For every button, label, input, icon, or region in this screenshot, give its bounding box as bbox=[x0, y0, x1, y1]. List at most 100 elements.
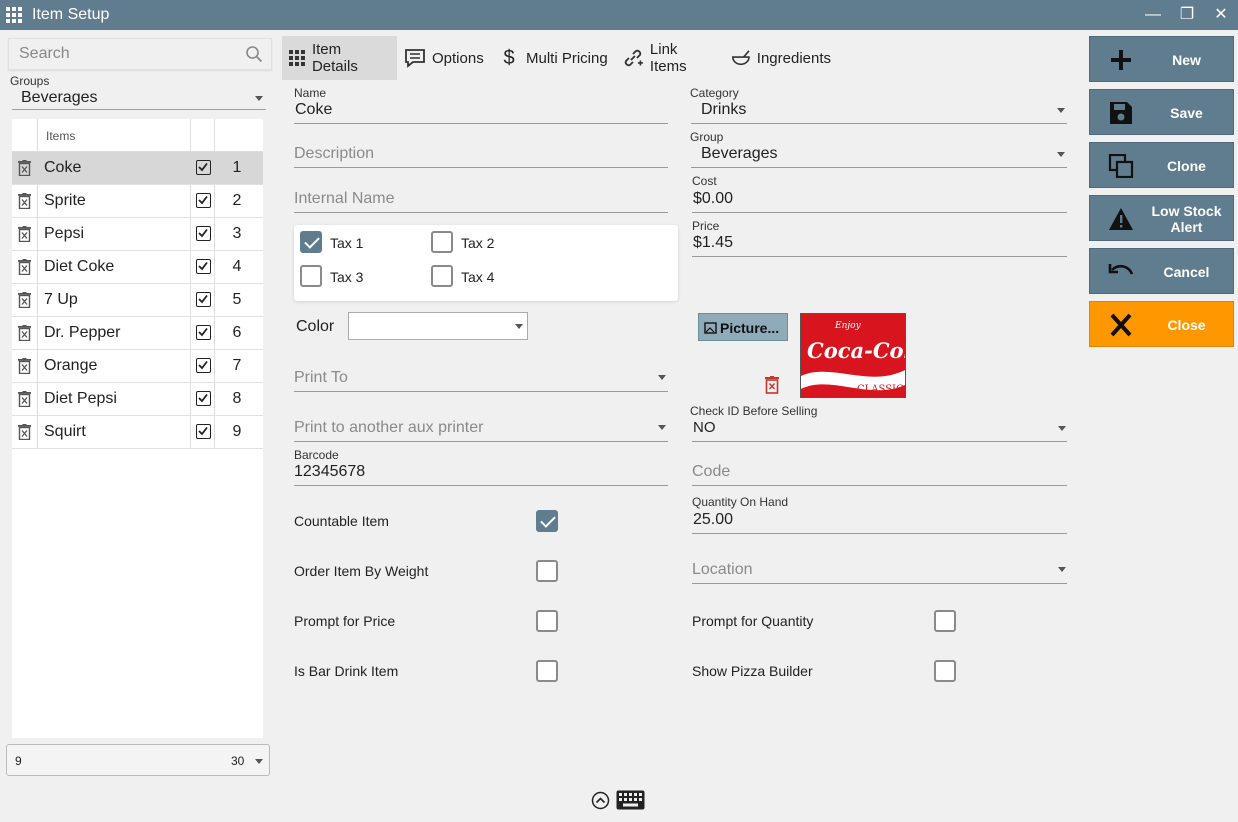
location-dropdown[interactable]: Location bbox=[692, 557, 1067, 584]
expand-up-icon[interactable] bbox=[591, 791, 610, 810]
item-active-checkbox[interactable] bbox=[196, 226, 211, 241]
minimize-button[interactable]: — bbox=[1140, 3, 1166, 27]
item-name: Diet Pepsi bbox=[44, 390, 117, 407]
countable-checkbox[interactable] bbox=[536, 510, 558, 532]
app-menu-icon[interactable] bbox=[6, 7, 22, 23]
close-button[interactable]: Close bbox=[1089, 301, 1234, 347]
items-list: Items Coke 1 Sprite 2 Pepsi 3 Diet Coke 4 7 Up 5 D… bbox=[12, 119, 263, 738]
tax-panel: Tax 1 Tax 2 Tax 3 Tax 4 bbox=[294, 225, 678, 301]
tab-ingredients[interactable]: Ingredients bbox=[725, 36, 837, 80]
item-name: Squirt bbox=[44, 423, 86, 440]
delete-icon[interactable] bbox=[18, 391, 31, 407]
barcode-field[interactable]: 12345678 bbox=[294, 463, 365, 481]
list-item[interactable]: Squirt 9 bbox=[12, 416, 263, 449]
restore-button[interactable]: ❐ bbox=[1174, 3, 1200, 27]
item-name: Coke bbox=[44, 159, 82, 176]
groups-dropdown[interactable]: Beverages bbox=[12, 86, 266, 110]
description-field[interactable]: Description bbox=[294, 145, 374, 163]
check-icon bbox=[198, 327, 208, 337]
prompt-qty-checkbox[interactable] bbox=[934, 610, 956, 632]
chevron-down-icon bbox=[1057, 108, 1065, 113]
delete-icon[interactable] bbox=[18, 160, 31, 176]
pizza-builder-checkbox[interactable] bbox=[934, 660, 956, 682]
order-weight-checkbox[interactable] bbox=[536, 560, 558, 582]
list-item[interactable]: Dr. Pepper 6 bbox=[12, 317, 263, 350]
delete-picture-icon[interactable] bbox=[765, 376, 779, 394]
delete-icon[interactable] bbox=[18, 292, 31, 308]
list-item[interactable]: Sprite 2 bbox=[12, 185, 263, 218]
item-active-checkbox[interactable] bbox=[196, 391, 211, 406]
item-active-checkbox[interactable] bbox=[196, 325, 211, 340]
check-id-dropdown[interactable]: NO bbox=[692, 417, 1067, 442]
list-item[interactable]: Coke 1 bbox=[12, 152, 263, 185]
clone-button[interactable]: Clone bbox=[1089, 142, 1234, 188]
save-button[interactable]: Save bbox=[1089, 89, 1234, 135]
item-active-checkbox[interactable] bbox=[196, 358, 211, 373]
keyboard-icon[interactable] bbox=[616, 790, 645, 810]
check-icon bbox=[198, 261, 208, 271]
quantity-field[interactable]: 25.00 bbox=[693, 511, 733, 529]
close-window-button[interactable]: ✕ bbox=[1208, 3, 1234, 27]
cancel-button[interactable]: Cancel bbox=[1089, 248, 1234, 294]
item-active-checkbox[interactable] bbox=[196, 160, 211, 175]
dollar-icon: $ bbox=[503, 46, 515, 69]
check-icon bbox=[198, 294, 208, 304]
new-button[interactable]: New bbox=[1089, 36, 1234, 82]
delete-icon[interactable] bbox=[18, 424, 31, 440]
item-active-checkbox[interactable] bbox=[196, 259, 211, 274]
bar-drink-checkbox[interactable] bbox=[536, 660, 558, 682]
tab-link-items[interactable]: Link Items bbox=[616, 36, 724, 80]
tax-3-checkbox[interactable] bbox=[300, 265, 322, 287]
list-item[interactable]: Diet Coke 4 bbox=[12, 251, 263, 284]
tax-1-checkbox[interactable] bbox=[300, 231, 322, 253]
delete-icon[interactable] bbox=[18, 193, 31, 209]
color-select[interactable] bbox=[348, 312, 528, 340]
prompt-price-checkbox[interactable] bbox=[536, 610, 558, 632]
tax-1-label: Tax 1 bbox=[330, 235, 364, 251]
delete-icon[interactable] bbox=[18, 259, 31, 275]
delete-icon[interactable] bbox=[18, 358, 31, 374]
chevron-down-icon bbox=[658, 375, 666, 380]
item-active-checkbox[interactable] bbox=[196, 193, 211, 208]
code-field[interactable]: Code bbox=[692, 463, 730, 481]
price-field[interactable]: $1.45 bbox=[693, 234, 733, 252]
list-item[interactable]: Pepsi 3 bbox=[12, 218, 263, 251]
item-active-checkbox[interactable] bbox=[196, 424, 211, 439]
internal-name-field[interactable]: Internal Name bbox=[294, 190, 395, 208]
search-input[interactable] bbox=[9, 39, 239, 69]
group-dropdown[interactable]: Beverages bbox=[691, 143, 1067, 168]
delete-icon[interactable] bbox=[18, 226, 31, 242]
cost-field[interactable]: $0.00 bbox=[693, 190, 733, 208]
tab-item-details[interactable]: Item Details bbox=[282, 36, 397, 80]
tab-options[interactable]: Options bbox=[398, 36, 490, 80]
aux-printer-dropdown[interactable]: Print to another aux printer bbox=[294, 414, 668, 442]
tax-4-checkbox[interactable] bbox=[431, 265, 453, 287]
window-title: Item Setup bbox=[32, 6, 110, 23]
item-active-checkbox[interactable] bbox=[196, 292, 211, 307]
tab-label: Ingredients bbox=[756, 49, 831, 67]
list-item[interactable]: Diet Pepsi 8 bbox=[12, 383, 263, 416]
aux-printer-placeholder: Print to another aux printer bbox=[294, 419, 484, 436]
list-item[interactable]: 7 Up 5 bbox=[12, 284, 263, 317]
quantity-label: Quantity On Hand bbox=[692, 495, 789, 509]
countable-label: Countable Item bbox=[294, 513, 389, 529]
item-order: 6 bbox=[232, 324, 242, 341]
picture-enjoy-text: Enjoy bbox=[834, 321, 862, 331]
list-item[interactable]: Orange 7 bbox=[12, 350, 263, 383]
bowl-icon bbox=[731, 50, 750, 66]
pager[interactable]: 9 30 bbox=[6, 744, 270, 776]
low-stock-alert-button[interactable]: Low Stock Alert bbox=[1089, 195, 1234, 241]
delete-icon[interactable] bbox=[18, 325, 31, 341]
pager-count: 9 bbox=[15, 754, 22, 768]
tab-label: Link Items bbox=[649, 41, 687, 75]
prompt-qty-label: Prompt for Quantity bbox=[692, 613, 814, 629]
tax-2-checkbox[interactable] bbox=[431, 231, 453, 253]
picture-button[interactable]: Picture... bbox=[698, 313, 788, 341]
search-icon[interactable] bbox=[245, 45, 263, 63]
tab-multi-pricing[interactable]: $ Multi Pricing bbox=[492, 36, 616, 80]
name-field[interactable]: Coke bbox=[295, 101, 332, 119]
print-to-dropdown[interactable]: Print To bbox=[294, 364, 668, 392]
save-icon bbox=[1110, 102, 1132, 124]
check-icon bbox=[198, 195, 208, 205]
category-dropdown[interactable]: Drinks bbox=[691, 99, 1067, 124]
